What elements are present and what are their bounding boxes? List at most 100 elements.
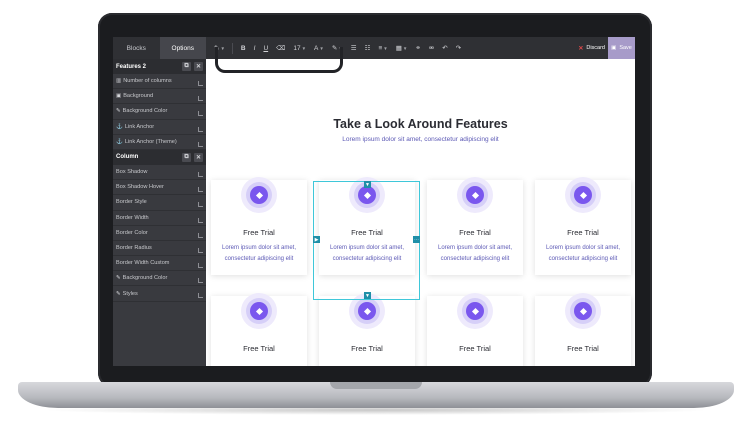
option-row[interactable]: ✎ Background Color — [113, 271, 206, 287]
redo-button[interactable]: ↷ — [456, 44, 461, 52]
section-heading[interactable]: Take a Look Around Features — [206, 117, 635, 131]
expand-corner-icon[interactable] — [198, 217, 203, 223]
numbered-list-button[interactable]: ☷ — [365, 44, 371, 52]
expand-corner-icon[interactable] — [198, 202, 203, 208]
bullet-list-button[interactable]: ☰ — [351, 44, 357, 52]
discard-button[interactable]: ✕ Discard — [578, 37, 605, 59]
columns-icon: ▥ — [116, 78, 122, 85]
option-row[interactable]: Border Width — [113, 211, 206, 226]
trash-icon[interactable]: ✕ — [194, 62, 203, 71]
expand-corner-icon[interactable] — [198, 171, 203, 177]
resize-handle-right[interactable]: ⋯ — [413, 236, 420, 243]
card-description[interactable]: Lorem ipsum dolor sit amet, consectetur … — [541, 243, 625, 264]
table-select[interactable]: ▦ ▼ — [396, 44, 408, 52]
card-title[interactable]: Free Trial — [319, 344, 415, 353]
card-description[interactable]: Lorem ipsum dolor sit amet, consectetur … — [433, 243, 517, 264]
feature-card[interactable]: Free Trial — [319, 293, 415, 366]
align-icon: ≡ — [378, 44, 383, 52]
option-row[interactable]: Border Color — [113, 226, 206, 241]
option-row[interactable]: Box Shadow Hover — [113, 180, 206, 196]
option-label: Box Shadow — [116, 169, 148, 176]
eyedropper-icon: ✎ — [116, 275, 121, 282]
link-icon: ⚭ — [415, 45, 421, 52]
diamond-icon — [565, 293, 601, 329]
expand-corner-icon[interactable] — [198, 278, 203, 284]
expand-corner-icon[interactable] — [198, 247, 203, 253]
feature-card[interactable]: Free Trial Lorem ipsum dolor sit amet, co… — [427, 177, 523, 275]
resize-handle-bottom[interactable]: ▼ — [364, 292, 371, 299]
option-label: Link Anchor — [124, 123, 155, 130]
image-icon: ▣ — [116, 93, 122, 100]
feature-card[interactable]: Free Trial — [427, 293, 523, 366]
save-icon: ▣ — [611, 45, 617, 51]
card-title[interactable]: Free Trial — [427, 228, 523, 237]
option-label: Background Color — [122, 275, 168, 282]
discard-label: Discard — [586, 45, 605, 51]
column-selection-outline: ▼ ▶ ⋯ ▼ — [313, 181, 420, 300]
option-label: Box Shadow Hover — [116, 184, 164, 191]
feature-card[interactable]: Free Trial — [535, 293, 631, 366]
option-row[interactable]: Border Width Custom — [113, 256, 206, 272]
option-label: Background — [123, 93, 154, 100]
save-button[interactable]: ▣ Save — [608, 37, 635, 59]
card-title[interactable]: Free Trial — [211, 344, 307, 353]
tab-blocks[interactable]: Blocks — [113, 37, 160, 59]
save-label: Save — [619, 45, 632, 51]
option-label: Border Radius — [116, 244, 152, 251]
option-row[interactable]: ▣ Background — [113, 89, 206, 105]
card-title[interactable]: Free Trial — [535, 228, 631, 237]
link-button[interactable]: ⚭ — [415, 44, 420, 52]
expand-corner-icon[interactable] — [198, 96, 203, 102]
resize-handle-left[interactable]: ▶ — [313, 236, 320, 243]
anchor-icon: ⚓ — [116, 138, 123, 145]
option-row[interactable]: Border Radius — [113, 241, 206, 257]
section-features-2[interactable]: Features 2 ⧉ ✕ — [113, 59, 206, 74]
undo-button[interactable]: ↶ — [442, 44, 447, 52]
option-row[interactable]: Border Style — [113, 195, 206, 211]
expand-corner-icon[interactable] — [198, 141, 203, 147]
expand-corner-icon[interactable] — [198, 111, 203, 117]
trash-icon[interactable]: ✕ — [194, 152, 203, 162]
section-column[interactable]: Column ⧉ ✕ — [113, 149, 206, 165]
duplicate-icon[interactable]: ⧉ — [182, 152, 191, 162]
move-handle-top[interactable]: ▼ — [364, 181, 371, 188]
undo-icon: ↶ — [442, 45, 448, 52]
feature-card[interactable]: Free Trial — [211, 293, 307, 366]
diamond-icon — [457, 177, 493, 213]
tab-options[interactable]: Options — [159, 37, 206, 59]
expand-corner-icon[interactable] — [198, 263, 203, 269]
option-row[interactable]: ✎ Background Color — [113, 104, 206, 120]
option-row[interactable]: ⚓ Link Anchor (Theme) — [113, 135, 206, 150]
option-row[interactable]: ▥ Number of columns — [113, 74, 206, 90]
section-column-options: Box Shadow Box Shadow Hover Border Style Bo… — [113, 165, 206, 302]
section-title: Column — [116, 154, 139, 161]
feature-card[interactable]: Free Trial Lorem ipsum dolor sit amet, co… — [535, 177, 631, 275]
redo-icon: ↷ — [455, 45, 462, 52]
card-title[interactable]: Free Trial — [427, 344, 523, 353]
card-title[interactable]: Free Trial — [535, 344, 631, 353]
card-title[interactable]: Free Trial — [211, 228, 307, 237]
card-description[interactable]: Lorem ipsum dolor sit amet, consectetur … — [217, 243, 301, 264]
table-icon: ▦ — [395, 45, 402, 52]
option-row[interactable]: Box Shadow — [113, 165, 206, 181]
section-subheading[interactable]: Lorem ipsum dolor sit amet, consectetur … — [206, 136, 635, 143]
expand-corner-icon[interactable] — [198, 187, 203, 193]
feature-card[interactable]: Free Trial Lorem ipsum dolor sit amet, co… — [211, 177, 307, 275]
section-features-2-options: ▥ Number of columns ▣ Background ✎ Background… — [113, 74, 206, 150]
expand-corner-icon[interactable] — [198, 126, 203, 132]
expand-corner-icon[interactable] — [198, 81, 203, 86]
bullet-list-icon: ☰ — [350, 45, 357, 52]
option-row[interactable]: ✎ Styles — [113, 286, 206, 302]
sidebar-tabs: Blocks Options — [113, 37, 206, 59]
unlink-icon: ⚮ — [428, 45, 435, 52]
option-label: Border Style — [116, 199, 147, 206]
anchor-icon: ⚓ — [116, 123, 123, 130]
expand-corner-icon[interactable] — [198, 293, 203, 299]
option-label: Styles — [122, 290, 138, 297]
duplicate-icon[interactable]: ⧉ — [182, 62, 191, 71]
expand-corner-icon[interactable] — [198, 232, 203, 238]
align-select[interactable]: ≡ ▼ — [378, 45, 387, 52]
unlink-button[interactable]: ⚮ — [429, 44, 434, 52]
option-row[interactable]: ⚓ Link Anchor — [113, 120, 206, 135]
diamond-icon — [241, 293, 277, 329]
